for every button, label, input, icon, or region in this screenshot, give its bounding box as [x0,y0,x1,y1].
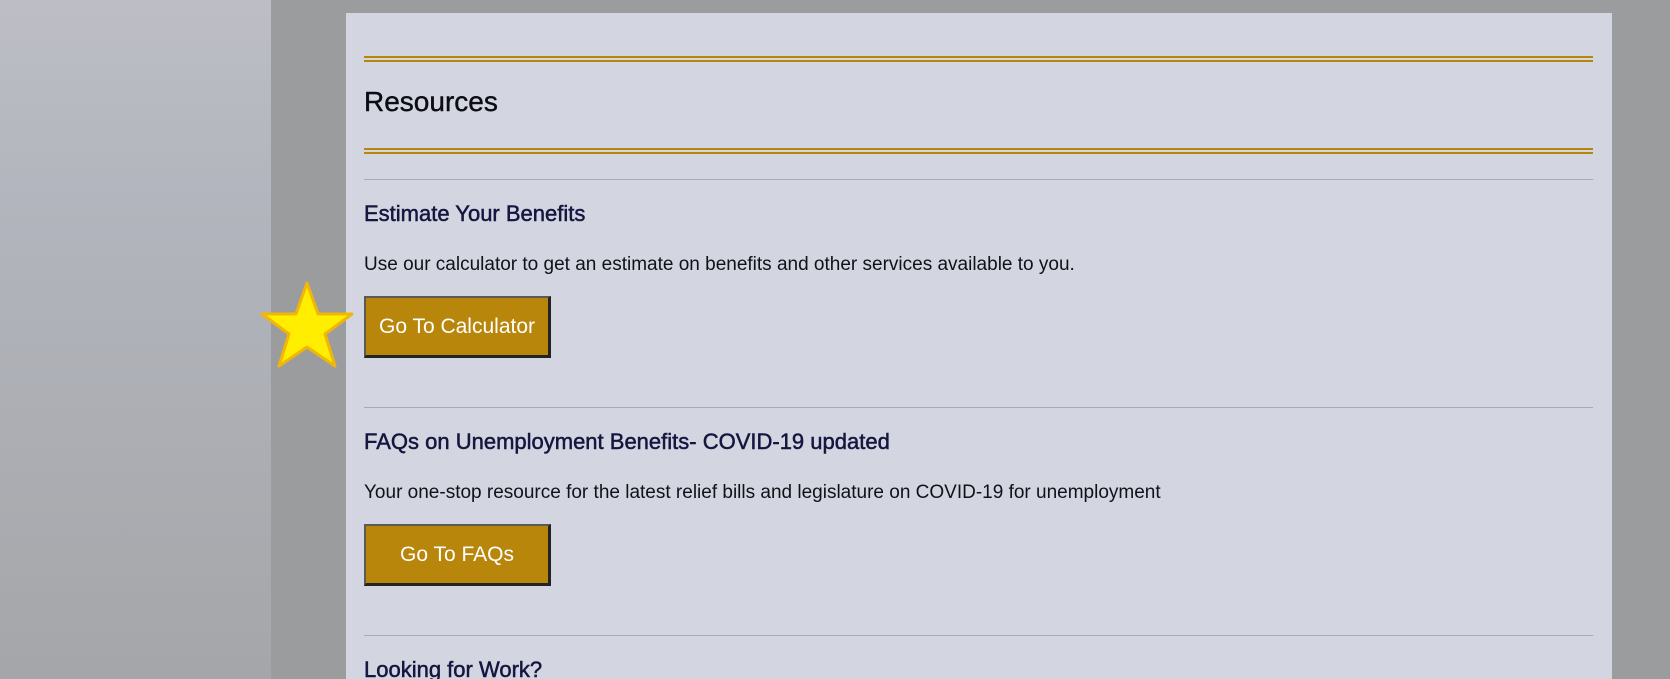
gold-divider-bottom [364,148,1593,154]
section-title: Resources [364,86,498,117]
resources-card: Resources Estimate Your Benefits Use our… [346,13,1612,679]
item-divider [364,635,1593,636]
item-description-estimate-benefits: Use our calculator to get an estimate on… [364,254,1075,275]
item-description-faqs: Your one-stop resource for the latest re… [364,482,1161,503]
item-title-estimate-benefits: Estimate Your Benefits [364,201,586,226]
go-to-calculator-button[interactable]: Go To Calculator [364,296,551,358]
item-divider [364,179,1593,180]
star-icon [260,281,354,368]
item-title-faqs: FAQs on Unemployment Benefits- COVID-19 … [364,429,890,454]
go-to-faqs-button[interactable]: Go To FAQs [364,524,551,586]
page: Resources Estimate Your Benefits Use our… [0,0,1670,679]
left-background-panel [0,0,271,679]
gold-divider-top [364,56,1593,62]
item-title-looking-for-work: Looking for Work? [364,657,543,679]
item-divider [364,407,1593,408]
